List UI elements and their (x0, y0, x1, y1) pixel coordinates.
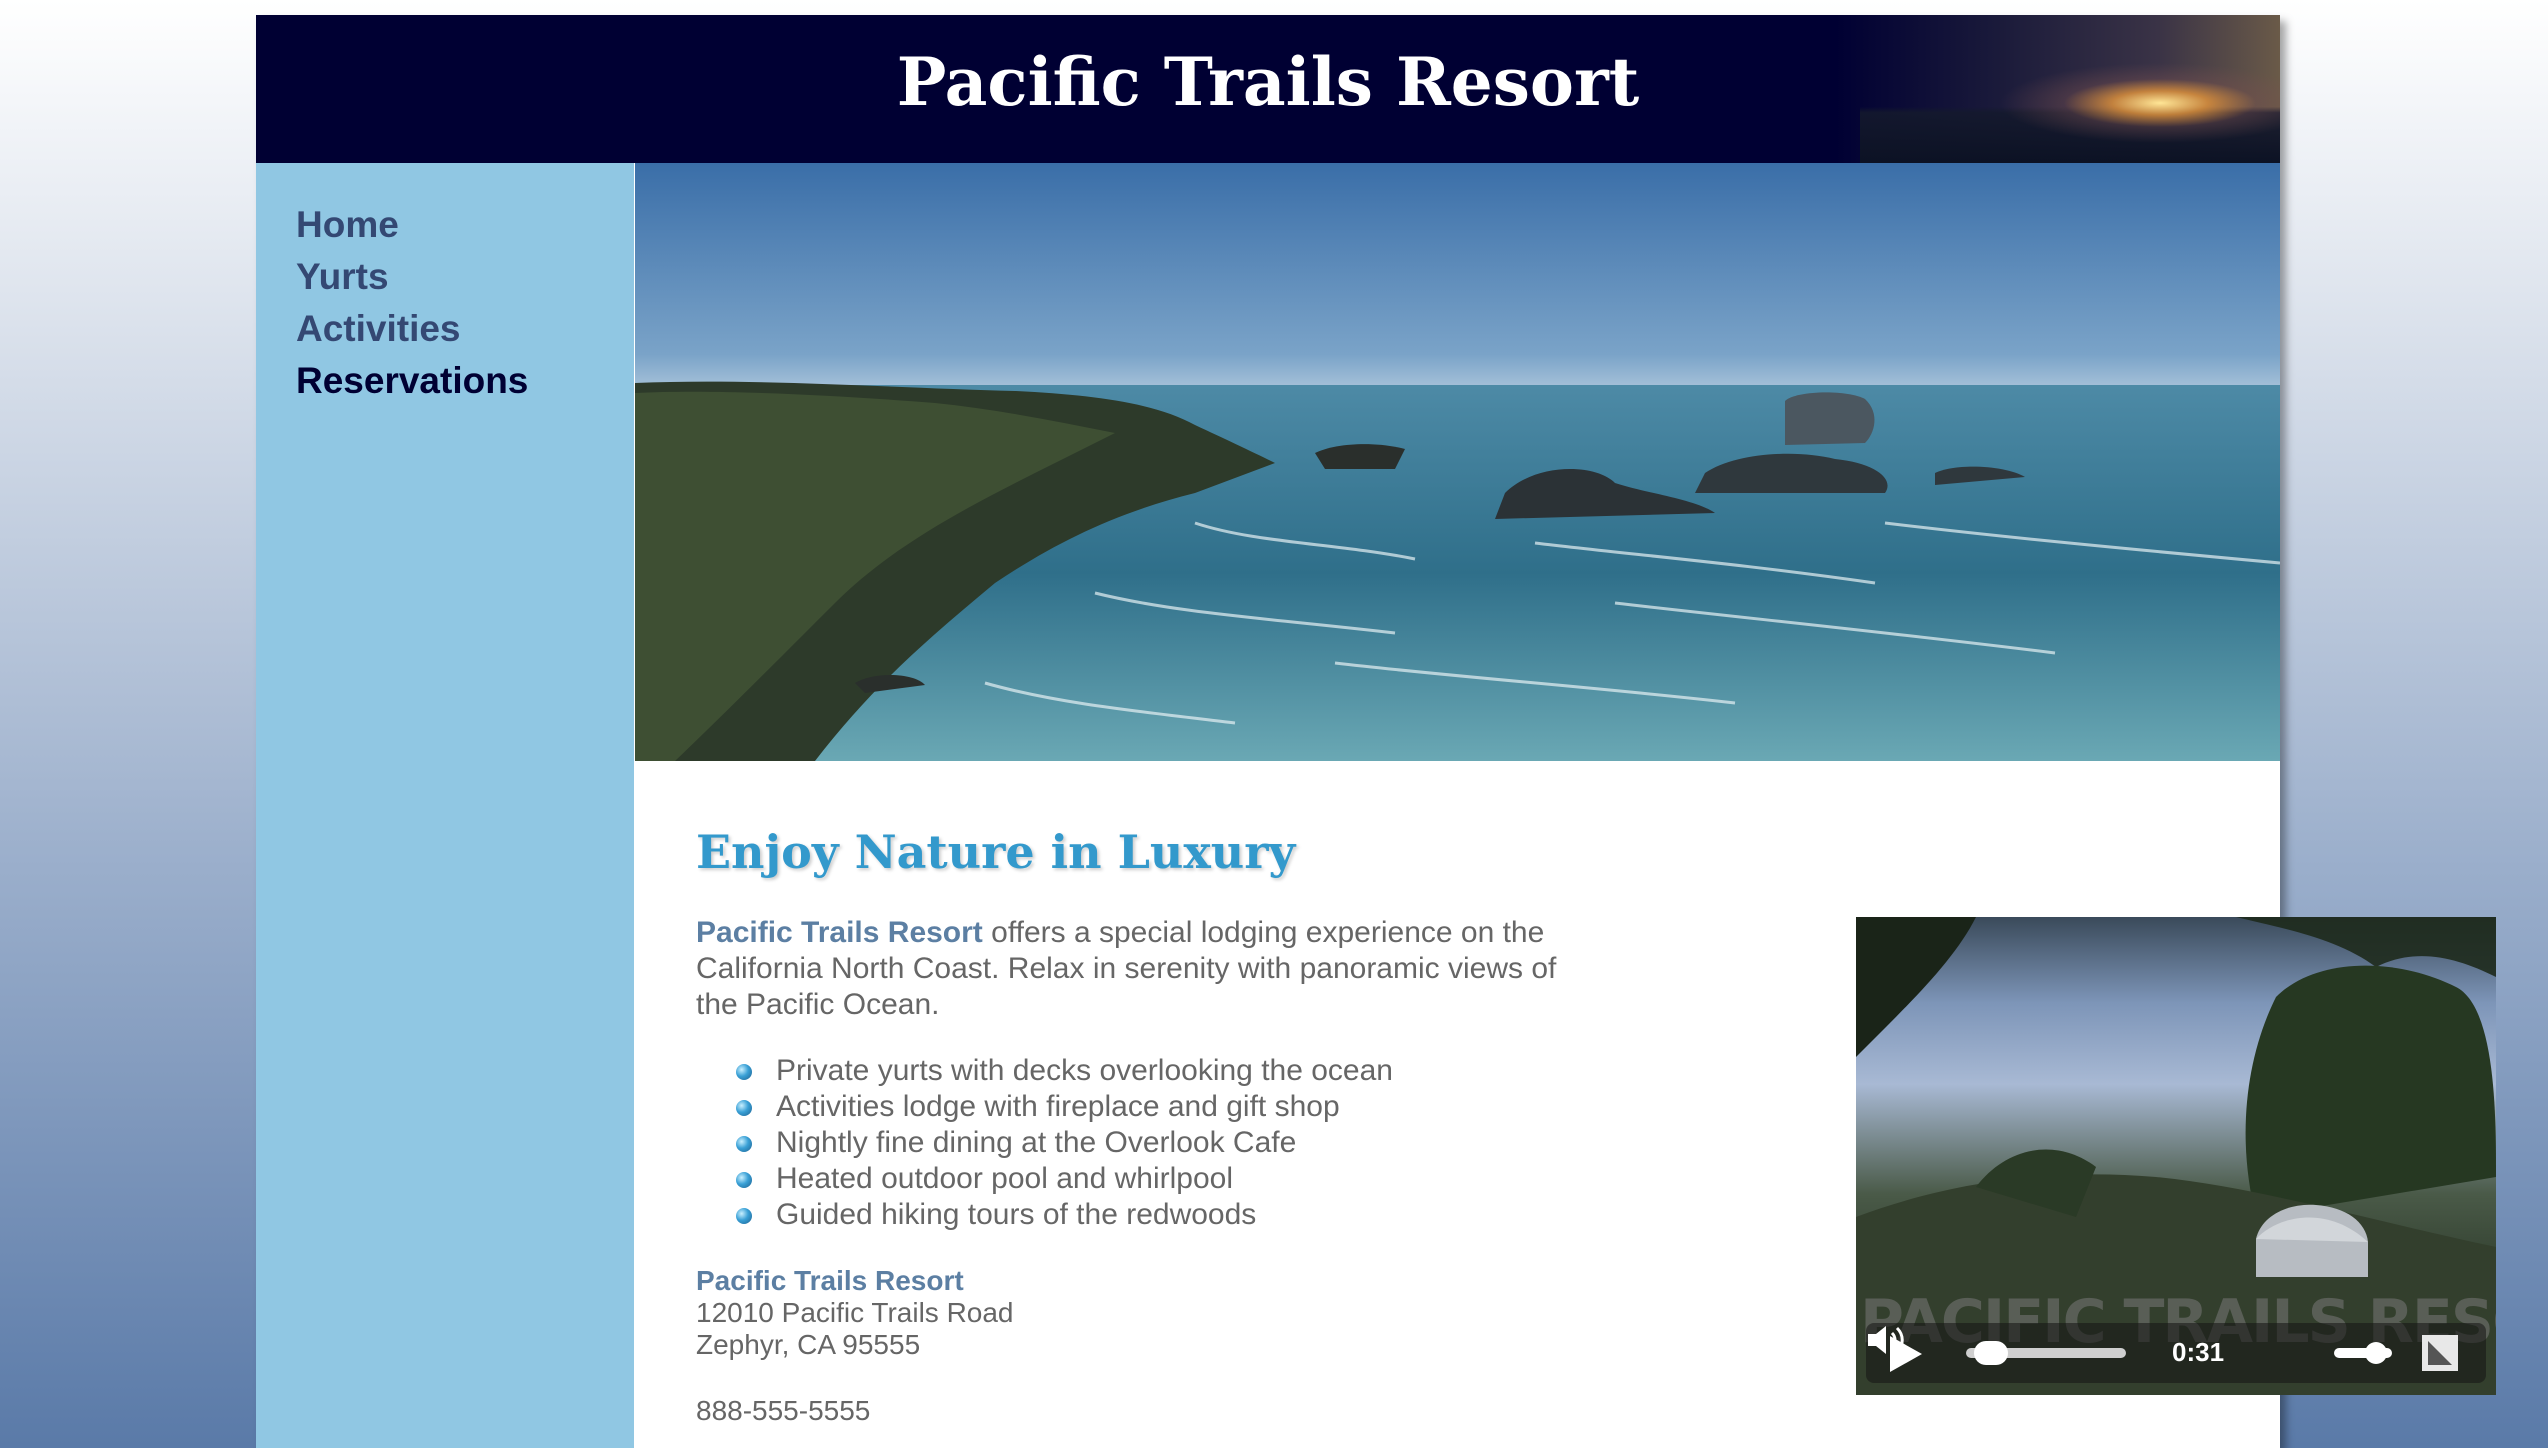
bullet-icon (736, 1064, 752, 1080)
contact-address: Pacific Trails Resort 12010 Pacific Trai… (696, 1265, 1014, 1361)
page-heading: Enjoy Nature in Luxury (696, 825, 1296, 879)
bullet-icon (736, 1172, 752, 1188)
intro-paragraph: Pacific Trails Resort offers a special l… (696, 915, 1576, 1023)
nav-home[interactable]: Home (296, 203, 399, 247)
bullet-icon (736, 1208, 752, 1224)
address-name: Pacific Trails Resort (696, 1265, 964, 1296)
contact-phone: 888-555-5555 (696, 1395, 871, 1426)
feature-text: Private yurts with decks overlooking the… (776, 1054, 1393, 1087)
list-item: Activities lodge with fireplace and gift… (736, 1089, 1393, 1125)
bullet-icon (736, 1136, 752, 1152)
bullet-icon (736, 1100, 752, 1116)
site-header: Pacific Trails Resort (256, 15, 2280, 163)
list-item: Guided hiking tours of the redwoods (736, 1197, 1393, 1233)
nav-reservations[interactable]: Reservations (296, 359, 528, 403)
hero-coastline-image (635, 163, 2280, 761)
main-nav: Home Yurts Activities Reservations (256, 163, 634, 1448)
intro-resort-name: Pacific Trails Resort (696, 916, 983, 949)
volume-icon[interactable] (1866, 1323, 1912, 1357)
address-street: 12010 Pacific Trails Road (696, 1297, 1014, 1328)
progress-thumb[interactable] (1973, 1341, 2008, 1365)
feature-text: Activities lodge with fireplace and gift… (776, 1090, 1340, 1123)
volume-thumb[interactable] (2364, 1342, 2387, 1364)
list-item: Nightly fine dining at the Overlook Cafe (736, 1125, 1393, 1161)
video-time: 0:31 (2172, 1337, 2225, 1367)
page-wrapper: Pacific Trails Resort Home Yurts Activit… (256, 15, 2496, 1448)
feature-text: Nightly fine dining at the Overlook Cafe (776, 1126, 1297, 1159)
nav-yurts[interactable]: Yurts (296, 255, 389, 299)
feature-text: Guided hiking tours of the redwoods (776, 1198, 1257, 1231)
video-controls: 0:31 (1866, 1323, 2486, 1383)
list-item: Private yurts with decks overlooking the… (736, 1053, 1393, 1089)
video-player[interactable]: PACIFIC TRAILS RESORT 0:31 (1856, 917, 2496, 1395)
features-list: Private yurts with decks overlooking the… (736, 1053, 1393, 1233)
nav-activities[interactable]: Activities (296, 307, 461, 351)
list-item: Heated outdoor pool and whirlpool (736, 1161, 1393, 1197)
address-city: Zephyr, CA 95555 (696, 1329, 921, 1360)
feature-text: Heated outdoor pool and whirlpool (776, 1162, 1233, 1195)
site-title: Pacific Trails Resort (896, 43, 1640, 121)
fullscreen-icon[interactable] (2422, 1335, 2458, 1371)
